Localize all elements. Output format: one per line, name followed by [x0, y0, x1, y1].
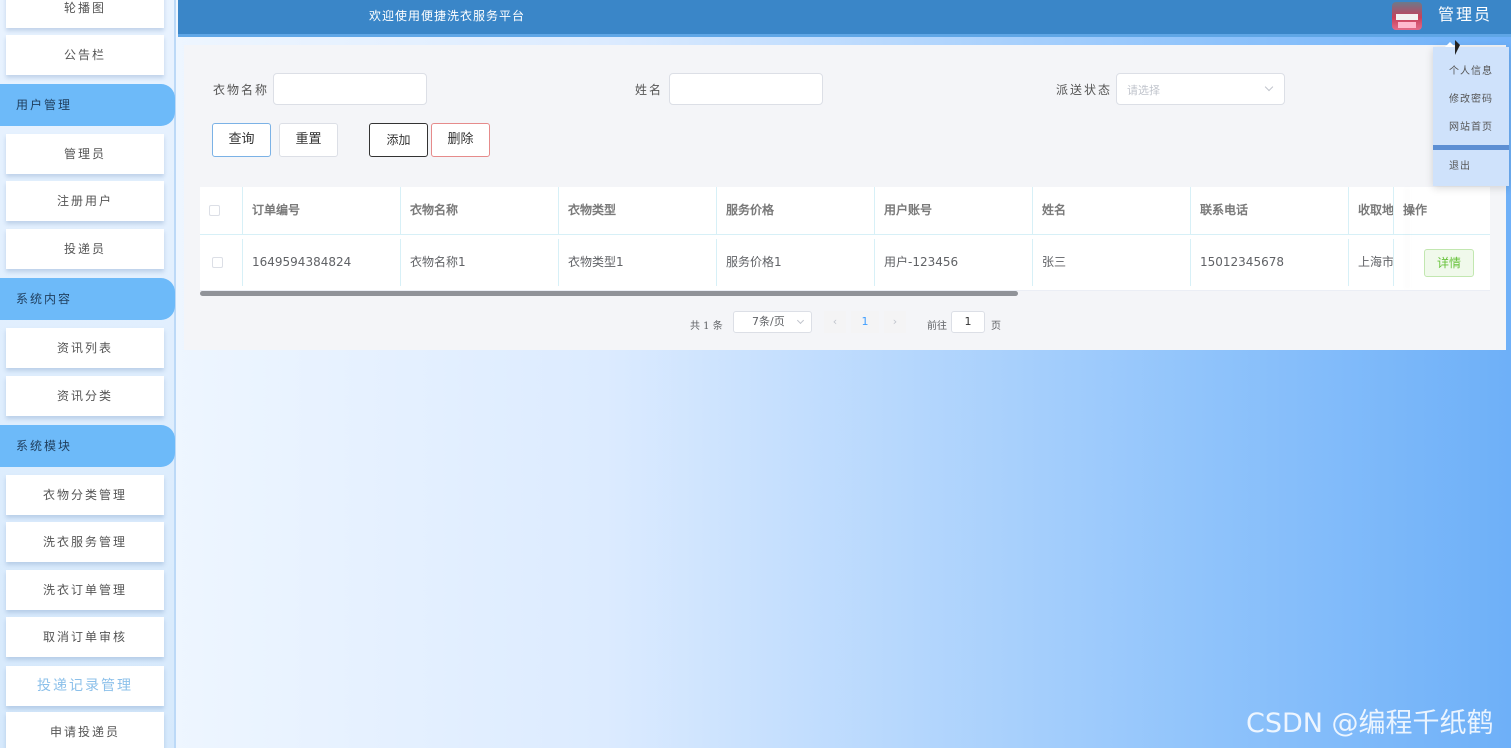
sidebar-group-user-management[interactable]: 用户管理 [0, 84, 175, 126]
cell-order-no: 1649594384824 [243, 239, 401, 286]
menu-item-home[interactable]: 网站首页 [1433, 118, 1509, 133]
delivery-status-placeholder: 请选择 [1127, 84, 1160, 97]
menu-divider [1433, 145, 1509, 150]
select-all-checkbox[interactable] [209, 205, 220, 216]
sidebar-item-laundry-service[interactable]: 洗衣服务管理 [6, 522, 164, 562]
sidebar-item-notice[interactable]: 公告栏 [6, 35, 164, 75]
query-button[interactable]: 查询 [212, 123, 271, 157]
cell-service-price: 服务价格1 [717, 239, 875, 286]
sidebar-item-laundry-orders[interactable]: 洗衣订单管理 [6, 570, 164, 610]
page-number-current[interactable]: 1 [851, 311, 879, 333]
cell-clothing-name: 衣物名称1 [401, 239, 559, 286]
page-size-select[interactable]: 7条/页 [733, 311, 812, 333]
clothing-name-label: 衣物名称 [213, 83, 270, 97]
main-panel: 衣物名称 姓名 派送状态 请选择 查询 重置 添加 删除 订单编号 衣物名称 衣… [184, 45, 1506, 350]
menu-item-profile[interactable]: 个人信息 [1433, 62, 1509, 77]
delivery-status-select[interactable]: 请选择 [1116, 73, 1285, 105]
row-checkbox[interactable] [212, 257, 223, 268]
sidebar-item-carousel[interactable]: 轮播图 [6, 0, 164, 28]
detail-button[interactable]: 详情 [1424, 249, 1474, 277]
mouse-cursor-icon [1455, 40, 1460, 55]
column-header-phone: 联系电话 [1191, 187, 1349, 234]
page-unit-label: 页 [991, 321, 1001, 332]
sidebar-group-system-modules[interactable]: 系统模块 [0, 425, 175, 467]
menu-item-change-password[interactable]: 修改密码 [1433, 90, 1509, 105]
chevron-down-icon [796, 316, 805, 325]
sidebar-item-courier[interactable]: 投递员 [6, 229, 164, 269]
name-input[interactable] [669, 73, 823, 105]
clothing-name-input[interactable] [273, 73, 427, 105]
reset-button[interactable]: 重置 [279, 123, 338, 157]
column-header-actions: 操作 [1403, 203, 1428, 217]
sidebar-item-news-category[interactable]: 资讯分类 [6, 376, 164, 416]
sidebar-item-cancel-review[interactable]: 取消订单审核 [6, 617, 164, 657]
chevron-down-icon [1264, 82, 1274, 92]
next-page-button[interactable]: › [884, 311, 906, 333]
page-size-value: 7条/页 [752, 315, 785, 328]
orders-table: 订单编号 衣物名称 衣物类型 服务价格 用户账号 姓名 联系电话 收取地址 操作… [200, 187, 1490, 296]
sidebar-item-admin[interactable]: 管理员 [6, 134, 164, 174]
sidebar: 轮播图 公告栏 用户管理 管理员 注册用户 投递员 系统内容 资讯列表 资讯分类… [0, 0, 176, 748]
user-dropdown-menu: 个人信息 修改密码 网站首页 退出 [1433, 42, 1509, 186]
cell-user-account: 用户-123456 [875, 239, 1033, 286]
top-header: 欢迎使用便捷洗衣服务平台 管理员 [178, 0, 1511, 37]
column-header-clothing-type: 衣物类型 [559, 187, 717, 234]
column-header-order-no: 订单编号 [243, 187, 401, 234]
column-header-name: 姓名 [1033, 187, 1191, 234]
cell-phone: 15012345678 [1191, 239, 1349, 286]
column-header-clothing-name: 衣物名称 [401, 187, 559, 234]
column-header-user-account: 用户账号 [875, 187, 1033, 234]
sidebar-item-apply-courier[interactable]: 申请投递员 [6, 712, 164, 748]
column-header-address: 收取地址 [1349, 187, 1394, 234]
pagination-total: 共 1 条 [690, 321, 723, 332]
sidebar-item-registered-users[interactable]: 注册用户 [6, 181, 164, 221]
goto-label: 前往 [927, 321, 947, 332]
cell-address: 上海市 [1349, 239, 1394, 286]
avatar[interactable] [1392, 2, 1422, 30]
column-header-service-price: 服务价格 [717, 187, 875, 234]
sidebar-item-clothing-category[interactable]: 衣物分类管理 [6, 475, 164, 515]
header-title: 欢迎使用便捷洗衣服务平台 [369, 9, 526, 23]
caret-up-icon [1445, 42, 1455, 47]
name-label: 姓名 [635, 83, 664, 97]
delivery-status-label: 派送状态 [1056, 83, 1113, 97]
goto-page-input[interactable]: 1 [951, 311, 985, 333]
sidebar-group-system-content[interactable]: 系统内容 [0, 278, 175, 320]
add-button[interactable]: 添加 [369, 123, 428, 157]
sidebar-item-delivery-records[interactable]: 投递记录管理 [6, 666, 164, 706]
horizontal-scrollbar[interactable] [200, 291, 1018, 296]
cell-clothing-type: 衣物类型1 [559, 239, 717, 286]
prev-page-button[interactable]: ‹ [824, 311, 846, 333]
delete-button[interactable]: 删除 [431, 123, 490, 157]
cell-name: 张三 [1033, 239, 1191, 286]
menu-item-logout[interactable]: 退出 [1433, 157, 1509, 172]
watermark: CSDN @编程千纸鹤 [1246, 708, 1494, 739]
header-username[interactable]: 管理员 [1438, 0, 1492, 30]
sidebar-item-news-list[interactable]: 资讯列表 [6, 328, 164, 368]
